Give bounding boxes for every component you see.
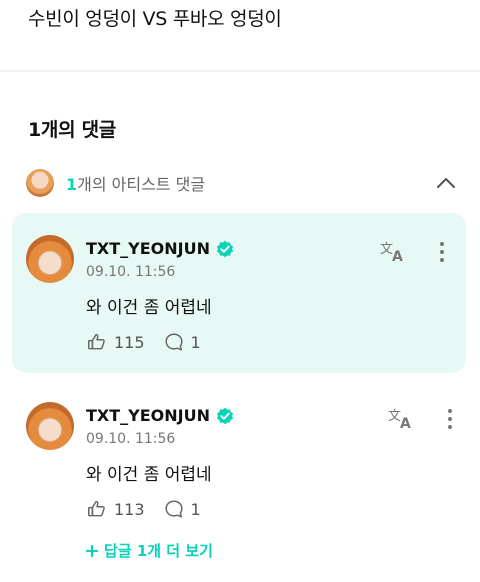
more-replies-button[interactable]: 답글 1개 더 보기 (86, 540, 213, 561)
comment-text: 와 이건 좀 어렵네 (86, 465, 212, 485)
artist-comments-toggle[interactable]: 1개의 아티스트 댓글 (26, 167, 462, 199)
plus-icon (86, 544, 98, 557)
verified-icon (216, 407, 234, 424)
artist-comments-label: 1개의 아티스트 댓글 (66, 171, 205, 195)
reply-icon (165, 500, 183, 518)
more-vertical-icon[interactable] (446, 408, 454, 430)
like-button[interactable]: 113 (86, 498, 145, 520)
like-count: 113 (114, 499, 145, 519)
reply-count: 1 (190, 499, 201, 519)
reply-icon (165, 333, 183, 351)
chevron-up-icon[interactable] (436, 173, 456, 193)
divider (0, 70, 480, 72)
comment-text: 와 이건 좀 어렵네 (86, 298, 212, 318)
svg-text:A: A (400, 416, 411, 430)
comments-count: 1개의 댓글 (28, 119, 116, 141)
avatar[interactable] (26, 235, 74, 283)
author-name[interactable]: TXT_YEONJUN (86, 239, 210, 258)
artist-comments-text: 개의 아티스트 댓글 (77, 175, 206, 194)
verified-icon (216, 240, 234, 257)
like-icon (88, 333, 105, 350)
author-name[interactable]: TXT_YEONJUN (86, 406, 210, 425)
artist-comment-card: TXT_YEONJUN 09.10. 11:56 와 이건 좀 어렵네 115 … (12, 213, 466, 373)
like-icon (88, 500, 105, 517)
avatar[interactable] (26, 402, 74, 450)
more-vertical-icon[interactable] (438, 241, 446, 263)
comment-author[interactable]: TXT_YEONJUN (86, 406, 234, 425)
comment-time: 09.10. 11:56 (86, 431, 176, 447)
post-title: 수빈이 엉덩이 VS 푸바오 엉덩이 (28, 8, 282, 30)
translate-icon[interactable]: 文 A (388, 406, 416, 430)
svg-text:A: A (392, 249, 403, 263)
reply-button[interactable]: 1 (163, 331, 201, 353)
reply-button[interactable]: 1 (163, 498, 201, 520)
comment-actions: 113 1 (86, 498, 219, 520)
more-replies-label[interactable]: 답글 1개 더 보기 (104, 540, 213, 561)
avatar (26, 169, 54, 197)
artist-comments-count: 1 (66, 175, 78, 194)
comment-card: TXT_YEONJUN 09.10. 11:56 와 이건 좀 어렵네 113 … (12, 384, 466, 574)
like-count: 115 (114, 332, 145, 352)
reply-count: 1 (190, 332, 201, 352)
comment-author[interactable]: TXT_YEONJUN (86, 239, 234, 258)
translate-icon[interactable]: 文 A (380, 239, 408, 263)
like-button[interactable]: 115 (86, 331, 145, 353)
comment-time: 09.10. 11:56 (86, 264, 176, 280)
comment-actions: 115 1 (86, 331, 219, 353)
